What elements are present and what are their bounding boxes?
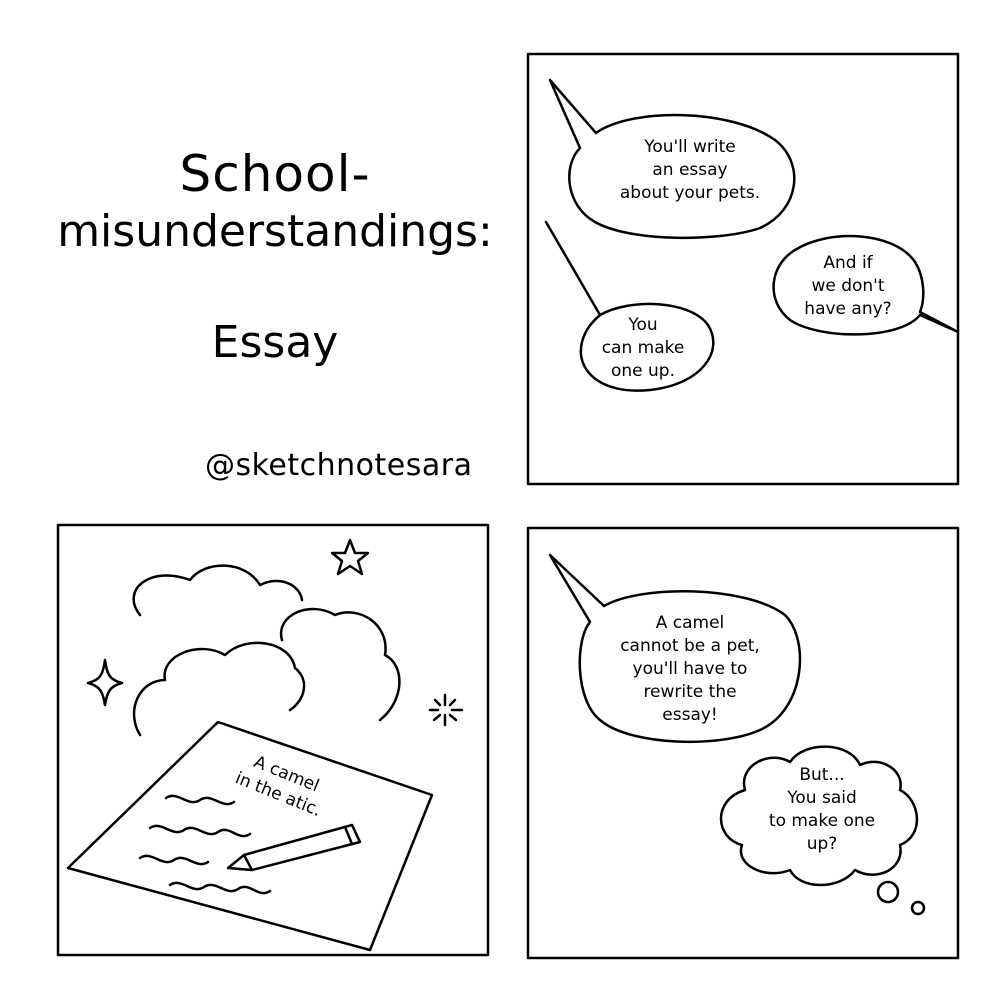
panel-1-speech-bubble-teacher xyxy=(548,78,796,240)
handwriting-squiggles xyxy=(138,794,272,895)
panel-3-teacher-line-1: A camel xyxy=(656,613,725,633)
panel-1-teacher-line-1: You'll write xyxy=(643,137,736,157)
panel-1-reply-line-2: can make xyxy=(602,338,685,358)
panel-1-teacher-line-3: about your pets. xyxy=(620,183,760,203)
panel-1-teacher-line-2: an essay xyxy=(652,160,727,180)
panel-1-student-line-2: we don't xyxy=(811,276,884,296)
pencil-icon xyxy=(226,823,362,872)
panel-1-reply-line-3: one up. xyxy=(611,361,675,381)
cloud-icon xyxy=(132,564,304,617)
panel-3-thought-line-1: But... xyxy=(799,765,844,785)
paper-sheet xyxy=(66,720,434,952)
panel-1-reply-line-1: You xyxy=(627,315,657,335)
panel-1-student-line-1: And if xyxy=(823,253,873,273)
star-icon xyxy=(330,538,370,576)
comic-panels: You'll write an essay about your pets. A… xyxy=(56,52,960,960)
panel-3-thought-line-3: to make one xyxy=(769,811,875,831)
panel-3-frame xyxy=(526,526,960,960)
sparkle-icon xyxy=(86,658,124,707)
panel-3-thought-line-4: up? xyxy=(807,834,838,854)
panel-1-student-line-3: have any? xyxy=(804,299,891,319)
twinkle-icon xyxy=(428,693,464,727)
panel-3-thought-line-2: You said xyxy=(786,788,857,808)
panel-1-frame xyxy=(526,52,960,486)
panel-3-teacher-line-3: you'll have to xyxy=(633,659,748,679)
panel-3-teacher-line-5: essay! xyxy=(662,705,717,725)
panel-3-teacher-line-2: cannot be a pet, xyxy=(620,636,760,656)
panel-3-teacher-line-4: rewrite the xyxy=(643,682,736,702)
